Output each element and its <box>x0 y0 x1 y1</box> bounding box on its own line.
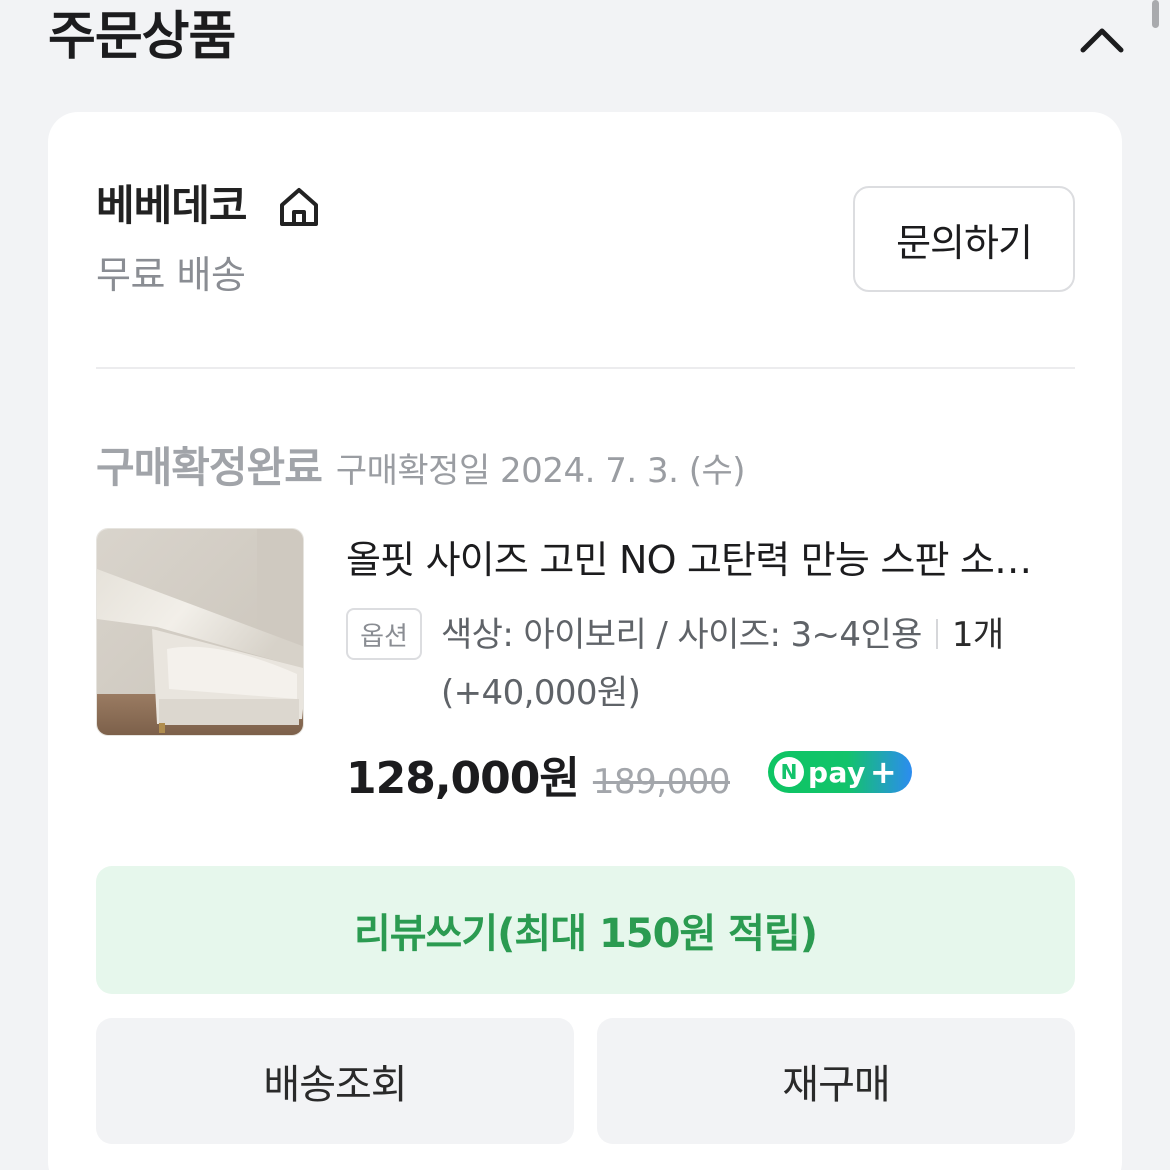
order-card: 베베데코 무료 배송 문의하기 구매확정완료 구매확정일 2024. 7. 3. … <box>48 112 1122 1170</box>
plus-icon: + <box>869 753 897 791</box>
scroll-indicator[interactable] <box>1152 0 1159 28</box>
shipping-info: 무료 배송 <box>96 253 246 297</box>
order-status: 구매확정완료 <box>96 443 323 492</box>
npay-label: pay <box>808 755 866 789</box>
confirmed-date: 구매확정일 2024. 7. 3. (수) <box>335 451 746 491</box>
option-details: 색상: 아이보리 / 사이즈: 3~4인용 1개 (+40,000원) <box>441 606 1081 722</box>
track-delivery-button[interactable]: 배송조회 <box>96 1018 574 1144</box>
section-title: 주문상품 <box>48 7 236 67</box>
divider <box>96 367 1075 369</box>
chevron-up-icon <box>1080 28 1124 53</box>
sale-price: 128,000원 <box>346 753 580 804</box>
option-text: 색상: 아이보리 / 사이즈: 3~4인용 <box>441 615 922 655</box>
quantity: 1개 <box>951 615 1004 655</box>
naver-n-icon: N <box>774 757 804 787</box>
price-row: 128,000원 189,000 <box>346 742 731 806</box>
product-name[interactable]: 올핏 사이즈 고민 NO 고탄력 만능 스판 소파커버 <box>346 534 1066 586</box>
inquiry-button[interactable]: 문의하기 <box>853 186 1075 292</box>
option-separator <box>935 619 938 649</box>
seller-name[interactable]: 베베데코 <box>96 178 248 234</box>
product-thumbnail[interactable] <box>96 528 304 736</box>
home-icon[interactable] <box>276 184 322 230</box>
write-review-button[interactable]: 리뷰쓰기(최대 150원 적립) <box>96 866 1075 994</box>
rebuy-button[interactable]: 재구매 <box>597 1018 1075 1144</box>
original-price: 189,000 <box>592 762 731 802</box>
option-price: (+40,000원) <box>441 673 641 713</box>
order-product-page: 주문상품 베베데코 무료 배송 문의하기 구매확정완료 구매확정일 2024. 7… <box>0 0 1170 1170</box>
collapse-button[interactable] <box>1070 14 1134 64</box>
sofa-image <box>97 529 303 735</box>
order-status-row: 구매확정완료 구매확정일 2024. 7. 3. (수) <box>96 434 746 492</box>
option-tag: 옵션 <box>346 608 422 660</box>
npay-plus-badge: N pay + <box>768 751 912 793</box>
